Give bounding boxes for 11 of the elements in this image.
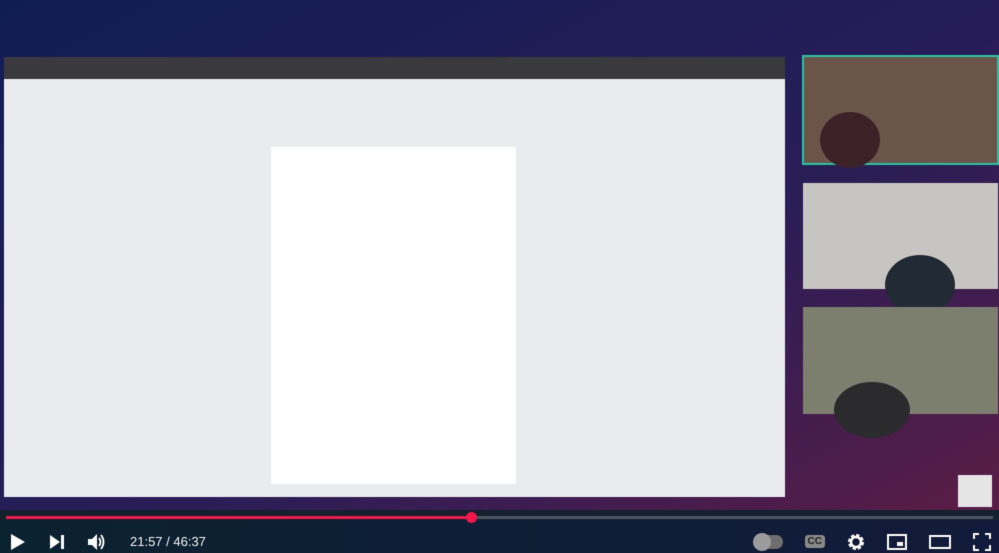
progress-handle[interactable] [466,512,477,523]
time-display: 21:57 / 46:37 [130,532,206,551]
captions-button[interactable]: CC [804,535,825,548]
miniplayer-button[interactable] [887,534,907,550]
settings-button[interactable] [847,532,865,550]
next-button[interactable] [50,534,64,548]
autoplay-toggle[interactable] [754,534,783,548]
theater-mode-button[interactable] [929,534,951,548]
play-button[interactable] [10,532,26,550]
fullscreen-button[interactable] [973,532,991,550]
volume-button[interactable] [88,534,106,550]
